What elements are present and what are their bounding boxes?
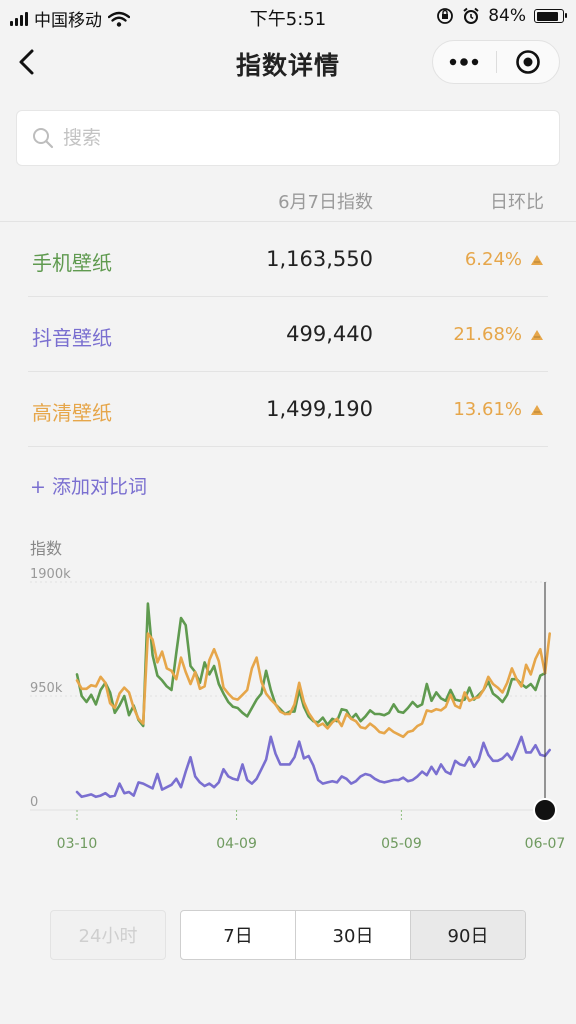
search-bar[interactable] [16, 110, 560, 166]
navigation-bar: 指数详情 [0, 34, 576, 90]
orientation-lock-icon [437, 8, 454, 24]
series-line [75, 735, 551, 799]
x-tick-label: 03-10 [57, 836, 98, 852]
ratio-value: 13.61% [453, 399, 522, 420]
range-segmented-control: 7日 30日 90日 [180, 910, 526, 960]
keyword-label: 抖音壁纸 [32, 326, 112, 350]
more-button[interactable] [433, 41, 496, 83]
range-90d-button[interactable]: 90日 [411, 911, 525, 959]
header-index: 6月7日指数 [278, 192, 373, 213]
up-triangle-icon [531, 255, 543, 265]
battery-percent: 84% [488, 6, 526, 26]
x-tick-label: 05-09 [381, 836, 422, 852]
y-tick-label: 1900k [30, 567, 71, 582]
range-24h-button: 24小时 [50, 910, 166, 960]
y-tick-label: 0 [30, 795, 38, 810]
index-value: 499,440 [286, 322, 373, 346]
x-tick-label: 04-09 [216, 836, 257, 852]
search-input[interactable] [63, 127, 523, 149]
keyword-label: 高清壁纸 [32, 401, 112, 425]
ratio-value: 21.68% [453, 324, 522, 345]
search-icon [33, 128, 54, 149]
range-7d-button[interactable]: 7日 [181, 911, 296, 959]
alarm-icon [463, 7, 479, 24]
battery-icon [534, 9, 567, 23]
up-triangle-icon [531, 330, 543, 340]
x-tick-label: 06-07 [525, 836, 566, 852]
keyword-row[interactable]: 高清壁纸 1,499,190 13.61% [28, 373, 548, 447]
chart-svg: 指数 1900k 950k 0 03-10 04-09 05-09 06-07 [30, 539, 566, 852]
index-chart: 指数 1900k 950k 0 03-10 04-09 05-09 06-07 [0, 530, 576, 870]
status-bar: 中国移动 下午5:51 84% [0, 0, 576, 34]
range-30d-button[interactable]: 30日 [296, 911, 411, 959]
up-triangle-icon [531, 405, 543, 415]
y-tick-label: 950k [30, 681, 63, 696]
cursor-handle [533, 798, 557, 822]
index-value: 1,499,190 [266, 397, 373, 421]
table-header: 6月7日指数 日环比 [0, 186, 576, 222]
header-ratio: 日环比 [490, 192, 544, 213]
more-dots-icon [450, 58, 479, 66]
keyword-row[interactable]: 抖音壁纸 499,440 21.68% [28, 298, 548, 372]
index-value: 1,163,550 [266, 247, 373, 271]
target-icon [515, 50, 540, 74]
keyword-label: 手机壁纸 [32, 251, 112, 275]
series-line [75, 632, 551, 739]
close-button[interactable] [497, 41, 560, 83]
ratio-value: 6.24% [464, 249, 522, 270]
y-axis-label: 指数 [30, 539, 62, 558]
mini-program-capsule [432, 40, 560, 84]
status-right: 84% [436, 6, 567, 26]
keyword-row[interactable]: 手机壁纸 1,163,550 6.24% [28, 223, 548, 297]
add-compare-button[interactable]: + 添加对比词 [30, 472, 147, 499]
